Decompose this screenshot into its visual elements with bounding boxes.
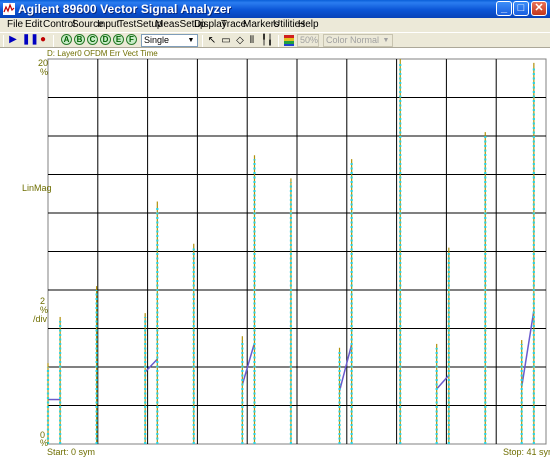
color-mode-select: Color Normal ▼ [323, 34, 393, 47]
menu-file[interactable]: File [7, 19, 23, 30]
trace-window: D: Layer0 OFDM Err Vect Time 20 % LinMag… [0, 48, 550, 465]
toolbar-separator [202, 35, 203, 47]
menu-input[interactable]: Input [97, 19, 119, 30]
toolbar: ▶ ❚❚ ● A B C D E F Single ▼ ↖ ▭ ◇ ⦀ ╿╽ 5… [0, 32, 550, 48]
x-start-label: Start: 0 sym [47, 447, 96, 457]
minimize-button[interactable]: _ [496, 1, 512, 16]
trace-f-button[interactable]: F [126, 34, 137, 45]
menu-help[interactable]: Help [298, 19, 319, 30]
y-top-unit: % [40, 67, 49, 77]
x-stop-label: Stop: 41 sym [503, 447, 550, 457]
brightness-value: 50% [300, 35, 319, 45]
error-vector-time-plot[interactable] [0, 48, 550, 465]
window-title: Agilent 89600 Vector Signal Analyzer [18, 2, 232, 16]
trace-c-button[interactable]: C [87, 34, 98, 45]
trace-b-button[interactable]: B [74, 34, 85, 45]
trace-title: D: Layer0 OFDM Err Vect Time [47, 49, 158, 58]
y-div-label: /div [33, 314, 48, 324]
error-trend-segment [520, 310, 535, 387]
error-trend-segment [338, 344, 353, 392]
app-icon [3, 3, 15, 15]
toolbar-separator [3, 35, 4, 47]
pointer-icon[interactable]: ↖ [206, 34, 218, 47]
play-icon[interactable]: ▶ [8, 34, 18, 47]
color-mode-value: Color Normal [326, 35, 380, 45]
sweep-mode-select[interactable]: Single ▼ [141, 34, 198, 47]
trace-d-button[interactable]: D [100, 34, 111, 45]
trace-e-button[interactable]: E [113, 34, 124, 45]
y-scale-name: LinMag [22, 183, 52, 193]
toolbar-separator [53, 35, 54, 47]
plot-grid [47, 58, 547, 445]
maximize-button[interactable]: □ [513, 1, 529, 16]
sweep-mode-value: Single [144, 35, 170, 45]
marker-icon[interactable]: ◇ [234, 34, 246, 47]
chevron-down-icon: ▼ [382, 37, 390, 44]
grid-icon[interactable]: ⦀ [246, 34, 258, 47]
brightness-field: 50% [297, 34, 319, 47]
pause-icon[interactable]: ❚❚ [22, 34, 39, 47]
chevron-down-icon: ▼ [187, 37, 195, 44]
error-trend-segment [436, 374, 450, 390]
close-button[interactable]: ✕ [531, 1, 547, 16]
zoom-box-icon[interactable]: ▭ [220, 34, 232, 47]
marker-peak-icon[interactable]: ╿╽ [261, 34, 273, 47]
error-trend-segment [144, 358, 158, 373]
menu-edit[interactable]: Edit [25, 19, 42, 30]
window-titlebar[interactable]: Agilent 89600 Vector Signal Analyzer _ □… [0, 0, 550, 18]
color-map-icon[interactable] [283, 34, 295, 47]
menu-control[interactable]: Control [43, 19, 75, 30]
trace-a-button[interactable]: A [61, 34, 72, 45]
menu-bar: File Edit Control Source Input TestSetup… [0, 18, 550, 32]
toolbar-separator [278, 35, 279, 47]
record-icon[interactable]: ● [38, 34, 48, 47]
error-trend-segment [241, 342, 256, 385]
